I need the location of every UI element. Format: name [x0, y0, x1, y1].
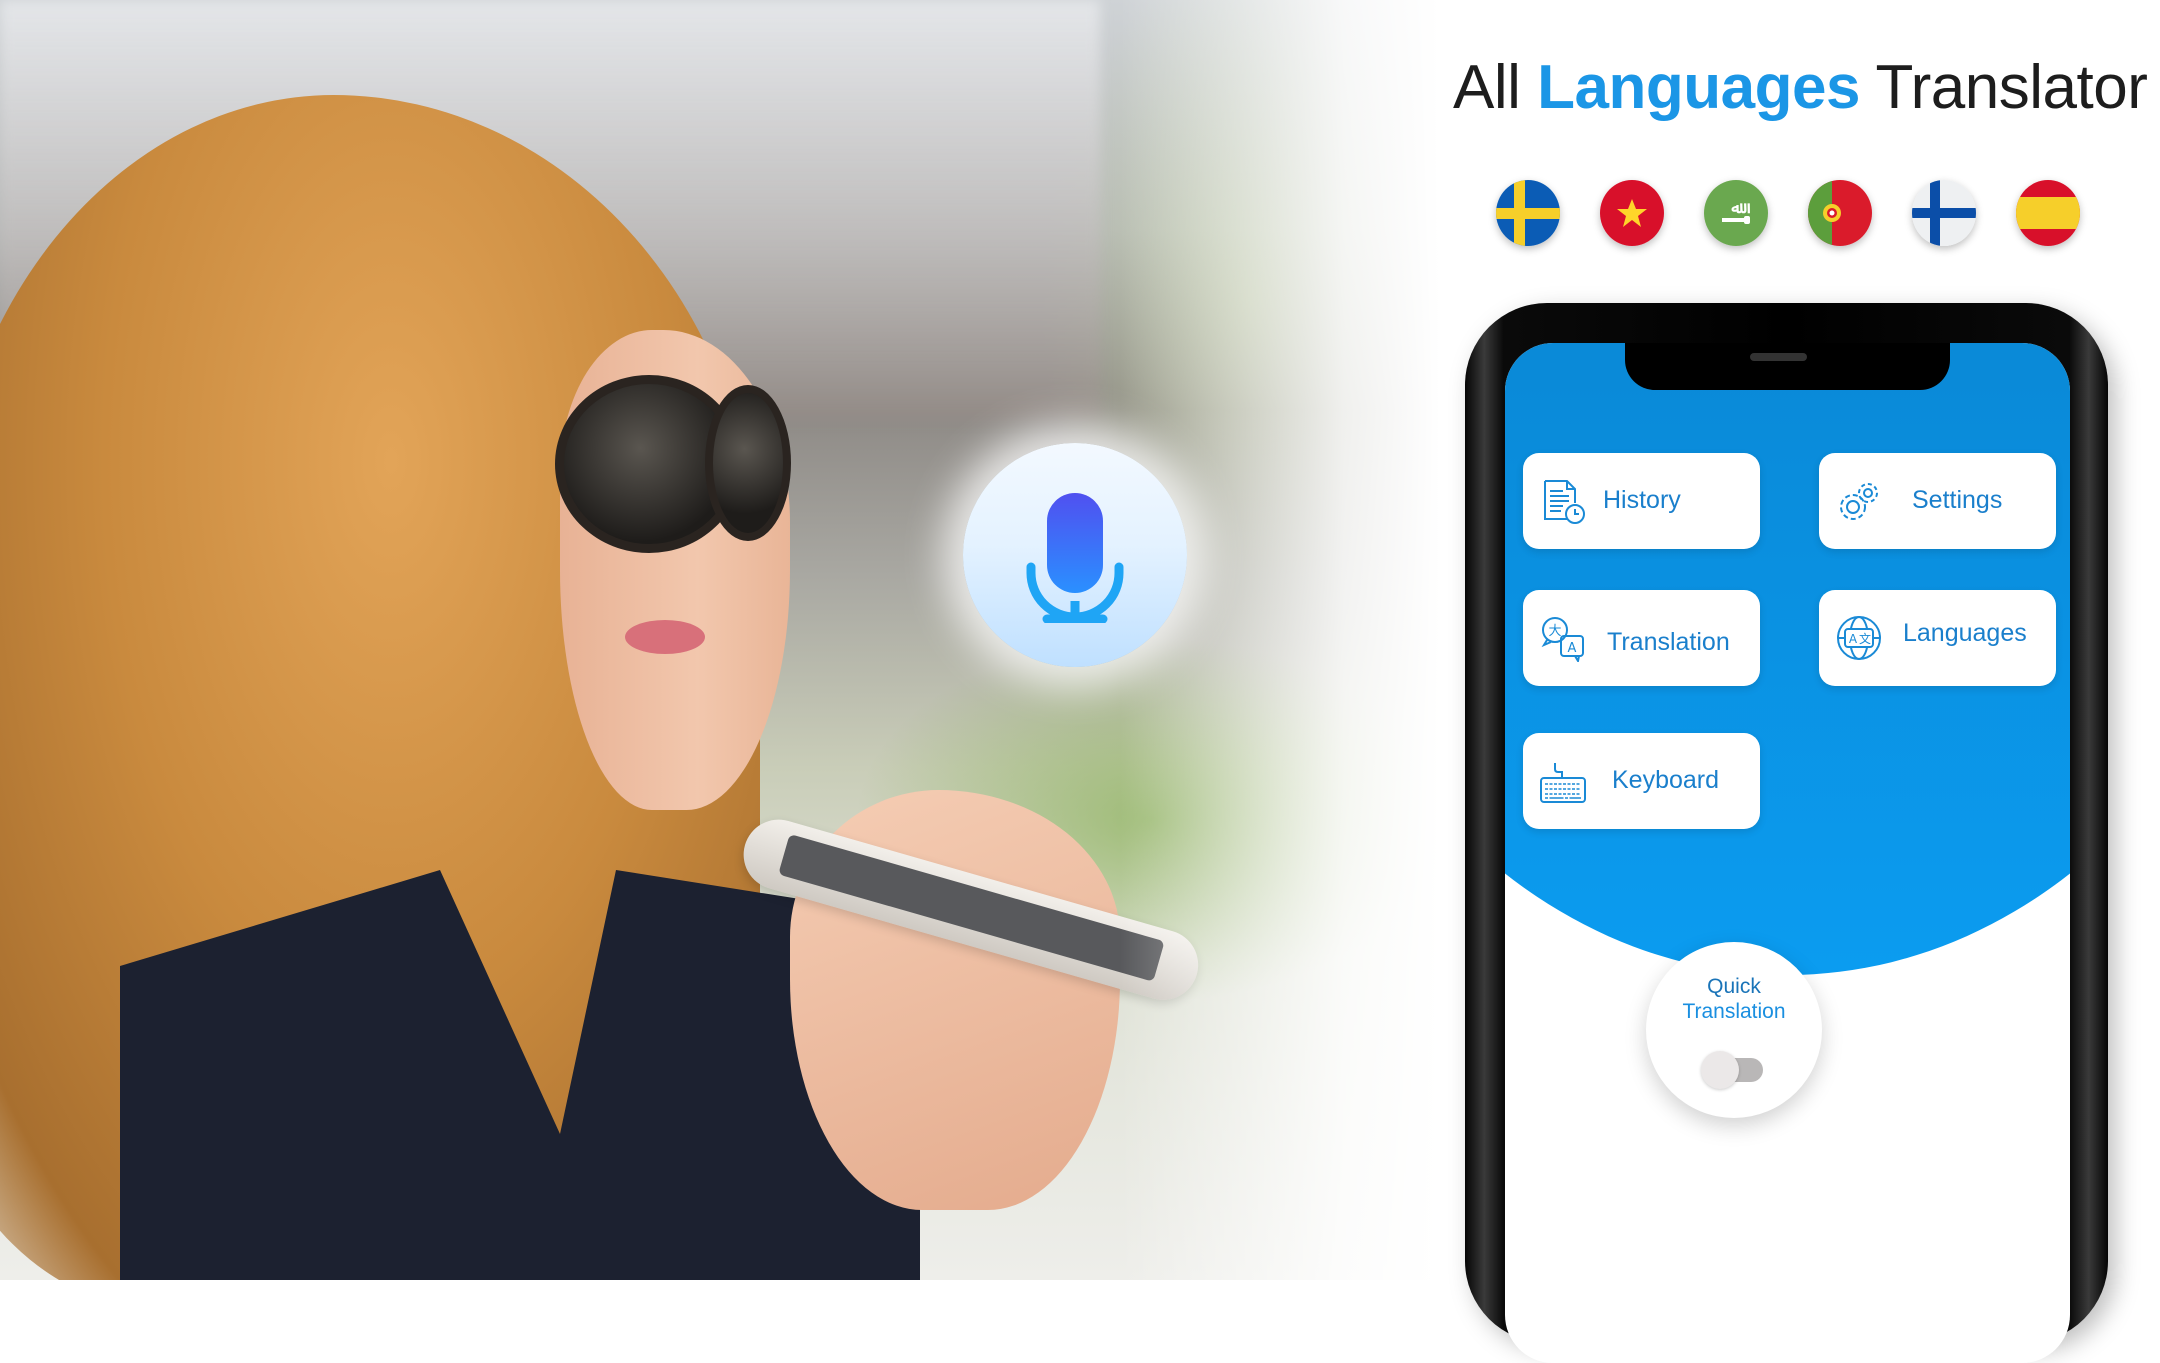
translation-button[interactable]: 大 A Translation — [1523, 590, 1760, 686]
quick-translation-label-line1: Quick — [1707, 975, 1761, 998]
svg-text:A: A — [1849, 632, 1858, 646]
languages-button[interactable]: A 文 Languages — [1819, 590, 2056, 686]
microphone-icon — [1026, 493, 1124, 623]
gears-icon — [1840, 483, 1878, 520]
flag-sweden-icon — [1496, 180, 1560, 246]
flag-finland-icon — [1912, 180, 1976, 246]
quick-translation-toggle[interactable] — [1701, 1051, 1763, 1089]
photo-sunglasses-right — [705, 385, 791, 541]
hero-photo — [0, 0, 1440, 1280]
globe-translate-icon: A 文 — [1837, 616, 1881, 660]
flag-portugal-icon — [1808, 180, 1872, 246]
toggle-knob — [1701, 1051, 1739, 1089]
settings-button[interactable]: Settings — [1819, 453, 2056, 549]
languages-label: Languages — [1903, 619, 2027, 647]
flag-saudi-arabia-icon: ﷲ — [1704, 180, 1768, 246]
voice-input-bubble[interactable] — [963, 443, 1187, 667]
phone-mockup: History Settings 大 A Translation A 文 Lan… — [1465, 303, 2108, 1363]
headline-prefix: All — [1453, 53, 1521, 122]
settings-label: Settings — [1912, 486, 2003, 514]
translation-label: Translation — [1607, 628, 1730, 656]
svg-text:A: A — [1568, 641, 1577, 656]
svg-text:大: 大 — [1548, 624, 1561, 639]
headline: All Languages Translator — [1453, 52, 2148, 123]
history-label: History — [1603, 486, 1681, 514]
flag-spain-icon — [2016, 180, 2080, 246]
flag-vietnam-icon — [1600, 180, 1664, 246]
svg-text:文: 文 — [1859, 631, 1871, 646]
phone-speaker — [1750, 353, 1807, 361]
app-screen: History Settings 大 A Translation A 文 Lan… — [1505, 343, 2070, 1363]
headline-suffix: Translator — [1875, 53, 2148, 122]
photo-woman-lips — [625, 620, 705, 654]
history-document-clock-icon — [1544, 480, 1585, 524]
history-button[interactable]: History — [1523, 453, 1760, 549]
headline-accent: Languages — [1537, 53, 1860, 122]
keyboard-label: Keyboard — [1612, 766, 1720, 794]
language-flags-row: ﷲ — [1496, 180, 2116, 250]
quick-translation-card: Quick Translation — [1646, 942, 1822, 1118]
translate-speech-bubbles-icon: 大 A — [1541, 617, 1584, 662]
keyboard-button[interactable]: Keyboard — [1523, 733, 1760, 829]
quick-translation-label-line2: Translation — [1682, 1000, 1786, 1023]
photo-fade — [1120, 0, 1440, 1280]
keyboard-icon — [1540, 763, 1586, 803]
phone-notch — [1625, 343, 1950, 390]
